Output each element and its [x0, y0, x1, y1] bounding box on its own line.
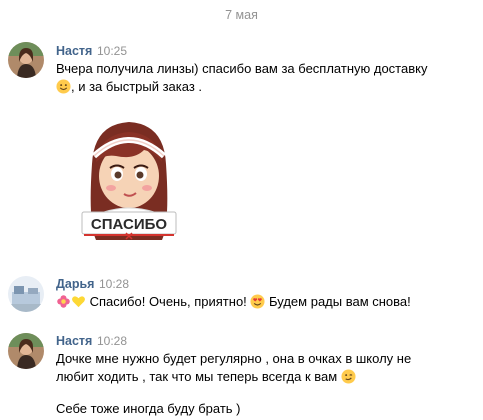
- message-text-line: Дочке мне нужно будет регулярно , она в …: [56, 351, 412, 366]
- message-text-line: любит ходить , так что мы теперь всегда …: [56, 368, 356, 386]
- avatar-darya[interactable]: [8, 276, 44, 312]
- heart-eyes-emoji-icon: [250, 294, 265, 309]
- flower-emoji-icon: [57, 295, 70, 308]
- message-text-segment: любит ходить , так что мы теперь всегда …: [56, 369, 338, 384]
- yellow-heart-emoji-icon: [72, 296, 85, 308]
- thank-you-sticker: СПАСИБО: [81, 122, 177, 240]
- message-text-line: Спасибо! Очень, приятно! Будем рады вам …: [56, 293, 411, 311]
- avatar-nastya[interactable]: [8, 333, 44, 369]
- message-text-segment: Спасибо! Очень, приятно!: [89, 294, 247, 309]
- message-author[interactable]: Настя: [56, 334, 92, 348]
- sticker-label: СПАСИБО: [91, 216, 167, 233]
- avatar-nastya[interactable]: [8, 42, 44, 78]
- message-text-line: Себе тоже иногда буду брать ): [56, 401, 241, 416]
- message-text-line: Вчера получила линзы) спасибо вам за бес…: [56, 61, 428, 76]
- message-author[interactable]: Настя: [56, 44, 92, 58]
- date-separator: 7 мая: [225, 8, 258, 22]
- message-time: 10:25: [97, 44, 128, 58]
- message-text-line: , и за быстрый заказ .: [56, 78, 202, 96]
- message-text-segment: Будем рады вам снова!: [269, 294, 411, 309]
- message-time: 10:28: [99, 277, 130, 291]
- smile-emoji-icon: [56, 79, 71, 94]
- message-author[interactable]: Дарья: [56, 277, 94, 291]
- message-text-segment: , и за быстрый заказ .: [71, 79, 203, 94]
- wink-emoji-icon: [341, 369, 356, 384]
- message-time: 10:28: [97, 334, 128, 348]
